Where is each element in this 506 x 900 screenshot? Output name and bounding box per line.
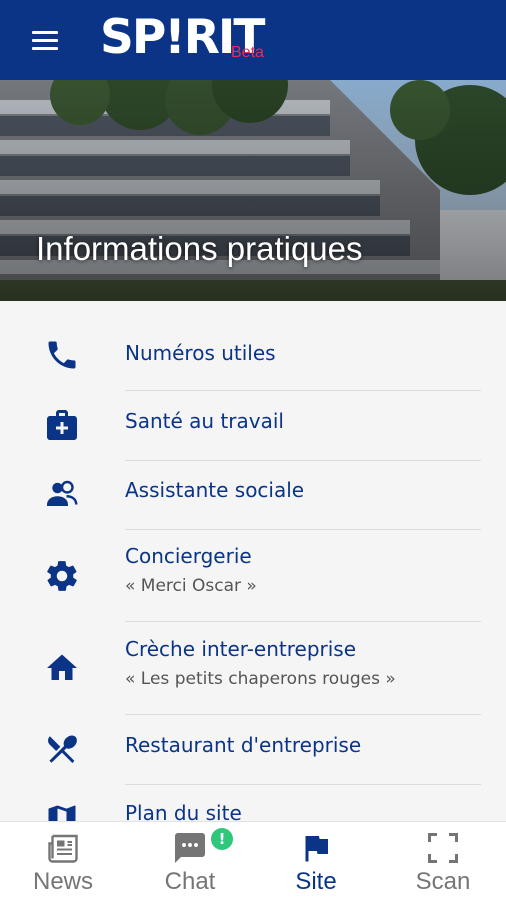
list-item-sante-au-travail[interactable]: Santé au travail	[0, 391, 506, 461]
list-item-title: Crèche inter-entreprise	[125, 637, 357, 661]
hero-title: Informations pratiques	[36, 230, 363, 267]
chat-notification-badge: !	[211, 828, 233, 850]
fork-knife-icon	[48, 735, 77, 763]
map-icon	[48, 805, 76, 821]
list-item-creche[interactable]: Crèche inter-entreprise « Les petits cha…	[0, 622, 506, 715]
bottom-navigation: News Chat Site Scan	[0, 821, 506, 900]
tab-news[interactable]: News	[0, 822, 126, 900]
tab-label: Chat	[164, 868, 216, 895]
list-item-title: Numéros utiles	[125, 341, 276, 365]
scan-frame-icon	[428, 833, 458, 863]
newspaper-icon	[48, 834, 78, 863]
tab-chat[interactable]: Chat	[127, 822, 253, 900]
beta-label: Beta	[231, 44, 264, 61]
list-item-title: Plan du site	[125, 801, 242, 821]
tab-site[interactable]: Site	[253, 822, 379, 900]
tab-label: Site	[295, 868, 337, 895]
chat-icon	[175, 833, 205, 863]
list-item-title: Assistante sociale	[125, 478, 305, 502]
gear-icon	[47, 561, 77, 591]
tab-label: News	[32, 868, 93, 895]
app-bar: SP!RIT Beta	[0, 0, 506, 80]
list-item-conciergerie[interactable]: Conciergerie « Merci Oscar »	[0, 530, 506, 622]
flag-icon	[305, 836, 328, 862]
hamburger-menu-icon[interactable]	[28, 27, 64, 55]
practical-info-list: Numéros utiles Santé au travail Assistan…	[0, 301, 506, 821]
list-item-plan-du-site[interactable]: Plan du site	[0, 785, 506, 821]
hero-banner: Informations pratiques	[0, 80, 506, 301]
list-item-subtitle: « Les petits chaperons rouges »	[125, 669, 396, 689]
list-item-numeros-utiles[interactable]: Numéros utiles	[0, 315, 506, 391]
phone-icon	[48, 341, 76, 369]
list-item-restaurant[interactable]: Restaurant d'entreprise	[0, 715, 506, 785]
list-item-assistante-sociale[interactable]: Assistante sociale	[0, 461, 506, 530]
list-item-subtitle: « Merci Oscar »	[125, 576, 257, 596]
list-item-title: Restaurant d'entreprise	[125, 733, 362, 757]
list-item-title: Conciergerie	[125, 544, 252, 568]
tab-label: Scan	[415, 868, 471, 895]
home-icon	[47, 654, 77, 680]
tab-scan[interactable]: Scan	[380, 822, 506, 900]
medical-kit-icon	[47, 410, 77, 440]
list-item-title: Santé au travail	[125, 409, 284, 433]
people-icon	[47, 480, 78, 506]
